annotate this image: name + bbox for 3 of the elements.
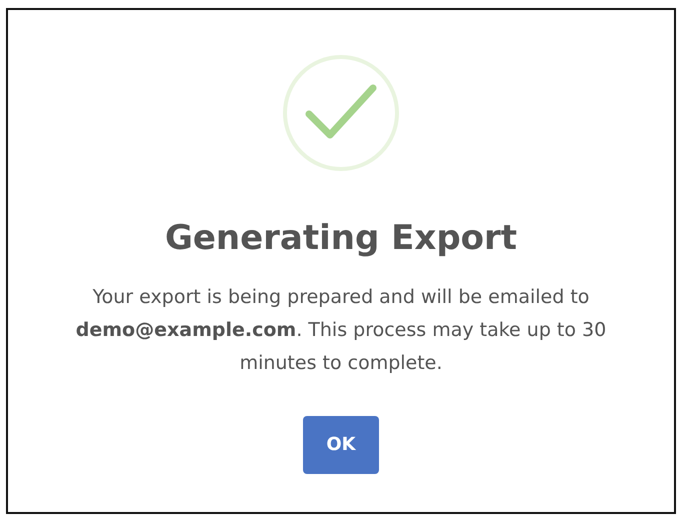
dialog-message: Your export is being prepared and will be emailed to demo@example.com. This process may take up to 30 minutes to complete. [74, 284, 608, 376]
ok-button[interactable]: OK [303, 416, 379, 474]
dialog-title: Generating Export [164, 218, 518, 259]
